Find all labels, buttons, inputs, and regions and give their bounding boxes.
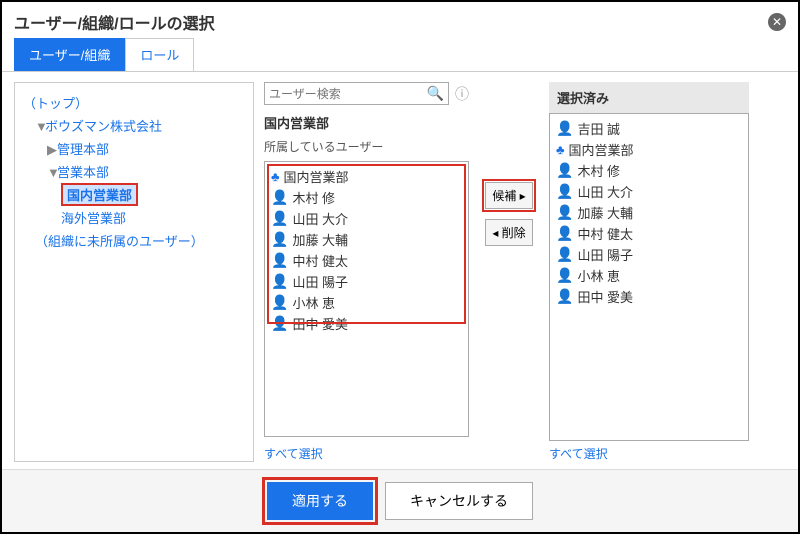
selected-panel: 選択済み 👤吉田 誠 ♣国内営業部 👤木村 修 👤山田 大介 👤加藤 大輔 👤中… <box>549 82 749 462</box>
tab-user-org[interactable]: ユーザー/組織 <box>14 38 125 71</box>
tree-dept-sales[interactable]: ▼営業本部 <box>23 160 245 183</box>
add-button[interactable]: 候補 ▸ <box>485 182 532 209</box>
apply-button[interactable]: 適用する <box>267 482 373 520</box>
dept-title: 国内営業部 <box>264 113 469 132</box>
user-icon: 👤 <box>556 183 573 200</box>
user-icon: 👤 <box>556 246 573 263</box>
user-icon: 👤 <box>271 189 288 206</box>
search-icon[interactable]: 🔍 <box>427 85 444 102</box>
user-icon: 👤 <box>271 294 288 311</box>
list-item[interactable]: 👤吉田 誠 <box>554 118 744 139</box>
tree-top[interactable]: （トップ） <box>23 91 245 114</box>
user-icon: 👤 <box>556 267 573 284</box>
org-icon: ♣ <box>271 169 280 184</box>
user-icon: 👤 <box>271 210 288 227</box>
dialog: ユーザー/組織/ロールの選択 ✕ ユーザー/組織 ロール （トップ） ▼ボウズマ… <box>0 0 800 534</box>
tree-unassigned[interactable]: （組織に未所属のユーザー） <box>23 229 245 252</box>
tree-dept-overseas[interactable]: 海外営業部 <box>23 206 245 229</box>
tab-role[interactable]: ロール <box>125 38 194 71</box>
sub-label: 所属しているユーザー <box>264 138 469 155</box>
caret-down-icon: ▼ <box>35 119 45 134</box>
search-box: 🔍 <box>264 82 449 105</box>
list-item[interactable]: ♣国内営業部 <box>269 166 464 187</box>
caret-down-icon: ▼ <box>47 165 57 180</box>
user-icon: 👤 <box>556 225 573 242</box>
user-icon: 👤 <box>556 204 573 221</box>
ops-column: 候補 ▸ ◂ 削除 <box>479 82 539 462</box>
org-icon: ♣ <box>556 142 565 157</box>
list-item[interactable]: ♣国内営業部 <box>554 139 744 160</box>
org-tree: （トップ） ▼ボウズマン株式会社 ▶管理本部 ▼営業本部 国内営業部 海外営業部… <box>14 82 254 462</box>
search-input[interactable] <box>269 87 427 101</box>
dialog-title: ユーザー/組織/ロールの選択 <box>14 10 215 34</box>
select-all-right[interactable]: すべて選択 <box>549 445 749 462</box>
user-list-panel: 🔍 ⓘ 国内営業部 所属しているユーザー ♣国内営業部 👤木村 修 👤山田 大介… <box>264 82 469 462</box>
list-item[interactable]: 👤田中 愛美 <box>269 313 464 334</box>
list-item[interactable]: 👤田中 愛美 <box>554 286 744 307</box>
cancel-button[interactable]: キャンセルする <box>385 482 533 520</box>
list-item[interactable]: 👤木村 修 <box>554 160 744 181</box>
list-item[interactable]: 👤山田 陽子 <box>554 244 744 265</box>
tree-company[interactable]: ▼ボウズマン株式会社 <box>23 114 245 137</box>
list-item[interactable]: 👤中村 健太 <box>269 250 464 271</box>
user-icon: 👤 <box>556 120 573 137</box>
tree-dept-admin[interactable]: ▶管理本部 <box>23 137 245 160</box>
selected-list: 👤吉田 誠 ♣国内営業部 👤木村 修 👤山田 大介 👤加藤 大輔 👤中村 健太 … <box>549 113 749 441</box>
list-item[interactable]: 👤加藤 大輔 <box>554 202 744 223</box>
tree-dept-domestic[interactable]: 国内営業部 <box>61 183 138 206</box>
list-item[interactable]: 👤山田 陽子 <box>269 271 464 292</box>
search-row: 🔍 ⓘ <box>264 82 469 105</box>
list-item[interactable]: 👤山田 大介 <box>269 208 464 229</box>
main-area: （トップ） ▼ボウズマン株式会社 ▶管理本部 ▼営業本部 国内営業部 海外営業部… <box>2 72 798 472</box>
user-icon: 👤 <box>271 273 288 290</box>
dialog-footer: 適用する キャンセルする <box>2 469 798 532</box>
list-item[interactable]: 👤小林 恵 <box>554 265 744 286</box>
list-item[interactable]: 👤中村 健太 <box>554 223 744 244</box>
user-icon: 👤 <box>271 252 288 269</box>
list-item[interactable]: 👤木村 修 <box>269 187 464 208</box>
tab-bar: ユーザー/組織 ロール <box>2 38 798 72</box>
user-icon: 👤 <box>556 288 573 305</box>
list-item[interactable]: 👤加藤 大輔 <box>269 229 464 250</box>
user-icon: 👤 <box>271 315 288 332</box>
caret-right-icon: ▶ <box>47 142 57 158</box>
close-icon[interactable]: ✕ <box>768 13 786 31</box>
user-list: ♣国内営業部 👤木村 修 👤山田 大介 👤加藤 大輔 👤中村 健太 👤山田 陽子… <box>264 161 469 437</box>
remove-button[interactable]: ◂ 削除 <box>485 219 532 246</box>
list-item[interactable]: 👤小林 恵 <box>269 292 464 313</box>
info-icon[interactable]: ⓘ <box>455 84 469 104</box>
selected-header: 選択済み <box>549 82 749 113</box>
dialog-header: ユーザー/組織/ロールの選択 ✕ <box>2 2 798 38</box>
list-item[interactable]: 👤山田 大介 <box>554 181 744 202</box>
user-icon: 👤 <box>271 231 288 248</box>
select-all-center[interactable]: すべて選択 <box>264 445 469 462</box>
user-icon: 👤 <box>556 162 573 179</box>
